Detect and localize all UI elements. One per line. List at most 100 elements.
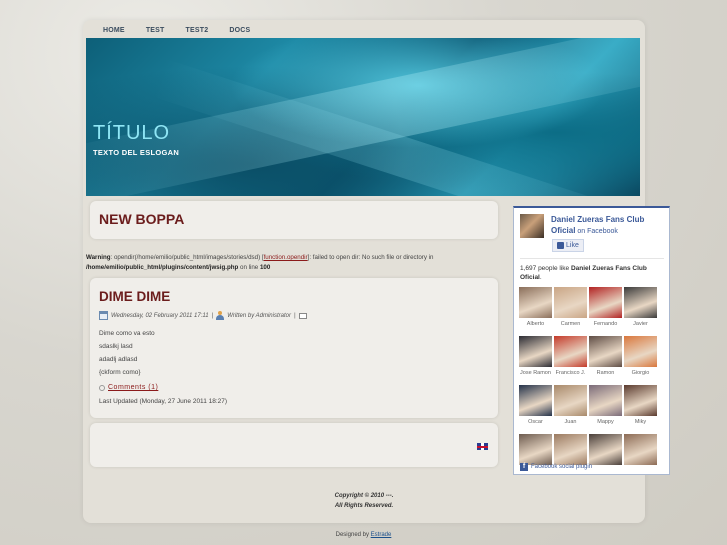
comments-link[interactable]: Comments (1)	[99, 384, 158, 391]
fan-item[interactable]: Oscar	[519, 385, 552, 432]
fan-item[interactable]: Fernando	[589, 287, 622, 334]
fan-name: Giorgio	[631, 370, 650, 376]
article-box: DIME DIME Wednesday, 02 February 2011 17…	[90, 278, 498, 418]
fan-item[interactable]: Mappy	[589, 385, 622, 432]
warning-text-2: ]: failed to open dir: No such file or d…	[307, 254, 434, 261]
article-meta: Wednesday, 02 February 2011 17:11 | Writ…	[99, 311, 307, 320]
header-banner: TÍTULO TEXTO DEL ESLOGAN	[86, 38, 640, 196]
fan-avatar[interactable]	[589, 434, 622, 465]
site-title[interactable]: TÍTULO	[93, 122, 170, 145]
fan-name: Fernando	[593, 321, 618, 327]
fan-avatar[interactable]	[624, 287, 657, 318]
facebook-page-name[interactable]: Daniel Zueras Fans Club Oficial on Faceb…	[551, 214, 667, 237]
article-date: Wednesday, 02 February 2011 17:11	[111, 312, 209, 319]
article-title[interactable]: DIME DIME	[99, 289, 170, 304]
fan-avatar[interactable]	[519, 434, 552, 465]
fan-avatar[interactable]	[589, 287, 622, 318]
fan-name	[589, 465, 622, 481]
fan-avatar[interactable]	[624, 434, 657, 465]
fan-name: Juan	[564, 419, 577, 425]
page-avatar[interactable]	[520, 214, 544, 238]
fan-name: Mappy	[597, 419, 614, 425]
warning-function-link[interactable]: function.opendir	[264, 254, 308, 261]
social-plugin-label: Facebook social plugin	[531, 464, 593, 470]
fan-avatar[interactable]	[589, 385, 622, 416]
fan-item[interactable]: Carmen	[554, 287, 587, 334]
designer-link[interactable]: Estrade	[371, 532, 392, 538]
fan-item[interactable]: Jose Ramon	[519, 336, 552, 383]
fan-name: Ramon	[596, 370, 615, 376]
on-facebook: on Facebook	[575, 228, 618, 235]
fan-avatar[interactable]	[519, 336, 552, 367]
designed-by: Designed by Estrade	[0, 532, 727, 538]
fan-avatar[interactable]	[554, 434, 587, 465]
fan-avatar[interactable]	[624, 385, 657, 416]
facebook-logo-icon: f	[520, 463, 528, 471]
warning-text-3: on line	[238, 264, 260, 271]
footer: Copyright © 2010 ---. All Rights Reserve…	[86, 483, 642, 517]
module-title: NEW BOPPA	[99, 211, 185, 227]
comments-label[interactable]: Comments (1)	[108, 384, 158, 391]
social-plugin-footer[interactable]: f Facebook social plugin	[520, 463, 592, 471]
calendar-icon	[99, 311, 108, 320]
fan-item[interactable]: Juan	[554, 385, 587, 432]
article-author: Written by Administrator	[227, 312, 291, 319]
article-line: {ckform como}	[99, 369, 141, 376]
fan-item[interactable]	[554, 434, 587, 481]
fan-name: Jose Ramon	[520, 370, 551, 376]
copyright: Copyright © 2010 ---.	[334, 493, 394, 499]
like-label: Like	[566, 242, 579, 249]
fan-avatar[interactable]	[589, 336, 622, 367]
fan-avatar[interactable]	[519, 287, 552, 318]
comment-icon	[99, 384, 105, 391]
fan-item[interactable]: Ramon	[589, 336, 622, 383]
warning-label: Warning	[86, 254, 111, 261]
module-box: NEW BOPPA	[90, 201, 498, 239]
email-icon[interactable]	[298, 312, 307, 319]
fan-item[interactable]	[624, 434, 657, 481]
last-updated: Last Updated (Monday, 27 June 2011 18:27…	[99, 398, 228, 405]
designed-by-prefix: Designed by	[335, 532, 371, 538]
fan-name: Javier	[633, 321, 648, 327]
article-line: sdaslkj lasd	[99, 343, 133, 350]
fan-item[interactable]	[519, 434, 552, 481]
site-slogan: TEXTO DEL ESLOGAN	[93, 148, 180, 157]
fan-avatar[interactable]	[554, 385, 587, 416]
fan-item[interactable]: Javier	[624, 287, 657, 334]
fan-item[interactable]: Miky	[624, 385, 657, 432]
like-button[interactable]: Like	[552, 239, 584, 252]
php-warning: Warning: opendir(/home/emilio/public_htm…	[86, 253, 498, 273]
fan-item[interactable]: Francisco J.	[554, 336, 587, 383]
fan-name: Miky	[634, 419, 647, 425]
fan-name: Alberto	[526, 321, 545, 327]
fan-name	[624, 465, 657, 481]
fan-avatar[interactable]	[554, 336, 587, 367]
likes-count-prefix: 1,697 people like	[520, 265, 571, 272]
divider	[520, 258, 664, 259]
fan-avatar[interactable]	[624, 336, 657, 367]
fan-item[interactable]: Alberto	[519, 287, 552, 334]
article-line: Dime como va esto	[99, 330, 155, 337]
likes-count: 1,697 people like Daniel Zueras Fans Clu…	[520, 264, 666, 282]
article-line: adadlj adlasd	[99, 356, 138, 363]
fan-item[interactable]: Giorgio	[624, 336, 657, 383]
fan-name: Carmen	[560, 321, 581, 327]
fans-grid: Alberto Carmen Fernando Javier Jose Ramon Fra…	[519, 287, 665, 481]
rights-reserved: All Rights Reserved.	[334, 503, 394, 509]
fan-item[interactable]	[589, 434, 622, 481]
fan-name: Oscar	[528, 419, 543, 425]
warning-line: 100	[259, 264, 271, 271]
warning-path: /home/emilio/public_html/plugins/content…	[86, 264, 239, 271]
fan-avatar[interactable]	[519, 385, 552, 416]
uk-flag-icon[interactable]	[477, 443, 488, 450]
article-body: Dime como va esto sdaslkj lasd adadlj ad…	[99, 327, 155, 379]
facebook-like-box: Daniel Zueras Fans Club Oficial on Faceb…	[513, 206, 670, 475]
language-box	[90, 423, 498, 467]
fan-name: Francisco J.	[555, 370, 586, 376]
thumbs-up-icon	[557, 242, 564, 249]
likes-count-suffix: .	[539, 274, 542, 281]
warning-text: : opendir(/home/emilio/public_html/image…	[110, 254, 264, 261]
fan-avatar[interactable]	[554, 287, 587, 318]
meta-separator-2: |	[293, 312, 296, 319]
meta-separator: |	[211, 312, 214, 319]
